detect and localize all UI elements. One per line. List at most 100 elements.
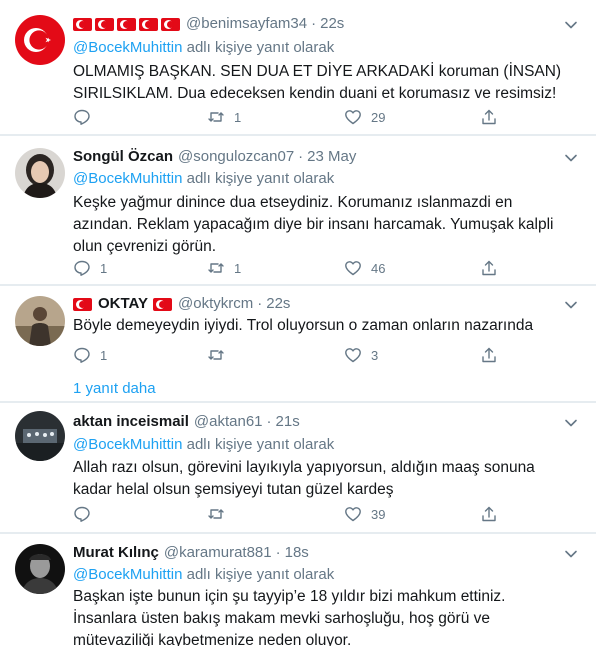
tweet-header: aktan inceismail @aktan61 · 21s <box>73 411 300 433</box>
retweet-icon <box>208 112 224 122</box>
reply-icon <box>74 109 90 125</box>
retweet-button[interactable] <box>207 504 234 524</box>
share-icon <box>482 260 496 276</box>
tweet-2[interactable]: Songül Özcan @songulozcan07 · 23 May @Bo… <box>0 136 596 284</box>
user-handle[interactable]: @songulozcan07 <box>178 146 294 168</box>
user-photo-icon <box>15 296 65 346</box>
reply-mention-link[interactable]: @BocekMuhittin <box>73 170 182 187</box>
avatar[interactable] <box>15 15 65 65</box>
share-button[interactable] <box>480 345 498 365</box>
avatar[interactable] <box>15 296 65 346</box>
reply-context: @BocekMuhittin adlı kişiye yanıt olarak <box>73 168 334 190</box>
like-button[interactable]: 39 <box>344 504 385 524</box>
tweet-4[interactable]: aktan inceismail @aktan61 · 21s @BocekMu… <box>0 403 596 531</box>
retweet-icon <box>208 509 224 519</box>
avatar[interactable] <box>15 148 65 198</box>
flag-icon <box>161 17 180 31</box>
separator-dot: · <box>298 148 304 165</box>
flag-icon <box>95 17 114 31</box>
reply-context-label: adlı kişiye yanıt olarak <box>182 39 335 56</box>
tweet-3[interactable]: OKTAY @oktykrcm · 22s Böyle demeyeydin i… <box>0 286 596 400</box>
tweet-actions: 1 3 <box>73 345 513 365</box>
separator-dot: · <box>257 295 263 312</box>
like-count: 39 <box>371 506 386 522</box>
like-button[interactable]: 3 <box>344 345 378 365</box>
tweet-time[interactable]: 21s <box>276 411 300 433</box>
user-handle[interactable]: @karamurat881 <box>164 542 272 564</box>
heart-icon <box>345 507 361 522</box>
share-button[interactable] <box>480 107 498 127</box>
tweet-header: Songül Özcan @songulozcan07 · 23 May <box>73 146 356 168</box>
user-display-name[interactable]: Songül Özcan <box>73 146 173 168</box>
flag-icon <box>153 297 173 311</box>
separator-dot: · <box>275 544 281 561</box>
user-display-name[interactable]: OKTAY <box>98 293 148 315</box>
tweet-actions: 39 <box>73 504 513 524</box>
reply-count: 1 <box>100 347 108 363</box>
tweet-time[interactable]: 22s <box>266 293 290 315</box>
user-handle[interactable]: @aktan61 <box>194 411 263 433</box>
separator-dot: · <box>266 413 272 430</box>
user-handle[interactable]: @oktykrcm <box>178 293 253 315</box>
tweet-time[interactable]: 18s <box>285 542 309 564</box>
flag-icon <box>73 297 92 311</box>
tweet-header: OKTAY @oktykrcm · 22s <box>73 293 290 315</box>
share-button[interactable] <box>480 258 498 278</box>
like-button[interactable]: 29 <box>344 107 385 127</box>
user-photo-icon <box>15 544 65 594</box>
reply-button[interactable]: 1 <box>73 345 107 365</box>
reply-context-label: adlı kişiye yanıt olarak <box>182 170 335 187</box>
chevron-down-icon[interactable] <box>564 547 578 561</box>
tweet-header: @benimsayfam34 · 22s <box>73 13 344 35</box>
reply-icon <box>74 347 90 363</box>
like-count: 46 <box>371 260 386 276</box>
show-more-replies-link[interactable]: 1 yanıt daha <box>73 378 156 400</box>
avatar[interactable] <box>15 544 65 594</box>
heart-icon <box>345 110 361 125</box>
separator-dot: · <box>311 15 317 32</box>
chevron-down-icon[interactable] <box>564 18 578 32</box>
tweet-1[interactable]: @benimsayfam34 · 22s @BocekMuhittin adlı… <box>0 0 596 132</box>
like-button[interactable]: 46 <box>344 258 385 278</box>
reply-context: @BocekMuhittin adlı kişiye yanıt olarak <box>73 564 334 586</box>
retweet-button[interactable]: 1 <box>207 107 241 127</box>
turkish-flag-avatar-icon <box>15 15 65 65</box>
avatar[interactable] <box>15 411 65 461</box>
reply-button[interactable]: 1 <box>73 258 107 278</box>
reply-icon <box>74 260 90 276</box>
share-icon <box>482 109 496 125</box>
tweet-time[interactable]: 22s <box>320 13 344 35</box>
tweet-text: Allah razı olsun, görevini layıkıyla yap… <box>73 459 535 498</box>
reply-context-label: adlı kişiye yanıt olarak <box>182 436 335 453</box>
chevron-down-icon[interactable] <box>564 416 578 430</box>
user-photo-icon <box>15 148 65 198</box>
chevron-down-icon[interactable] <box>564 151 578 165</box>
flag-icon <box>139 17 158 31</box>
like-count: 29 <box>371 109 386 125</box>
retweet-button[interactable]: 1 <box>207 258 241 278</box>
reply-count: 1 <box>100 260 108 276</box>
share-button[interactable] <box>480 504 498 524</box>
retweet-count: 1 <box>234 260 242 276</box>
reply-mention-link[interactable]: @BocekMuhittin <box>73 566 182 583</box>
user-display-name[interactable]: aktan inceismail <box>73 411 189 433</box>
heart-icon <box>345 261 361 276</box>
tweet-text: Başkan işte bunun için şu tayyip’e 18 yı… <box>73 588 506 646</box>
tweet-actions: 1 1 46 <box>73 258 513 278</box>
reply-button[interactable] <box>73 504 100 524</box>
flag-icon <box>73 17 92 31</box>
chevron-down-icon[interactable] <box>564 298 578 312</box>
reply-icon <box>74 506 90 522</box>
retweet-button[interactable] <box>207 345 234 365</box>
tweet-header: Murat Kılınç @karamurat881 · 18s <box>73 542 309 564</box>
tweet-text: Böyle demeyeydin iyiydi. Trol oluyorsun … <box>73 317 534 334</box>
reply-mention-link[interactable]: @BocekMuhittin <box>73 39 182 56</box>
tweet-actions: 1 29 <box>73 107 513 127</box>
user-display-name[interactable]: Murat Kılınç <box>73 542 159 564</box>
reply-context: @BocekMuhittin adlı kişiye yanıt olarak <box>73 434 334 456</box>
user-handle[interactable]: @benimsayfam34 <box>186 13 307 35</box>
tweet-time[interactable]: 23 May <box>307 146 356 168</box>
reply-button[interactable] <box>73 107 100 127</box>
tweet-5[interactable]: Murat Kılınç @karamurat881 · 18s @BocekM… <box>0 534 596 646</box>
reply-mention-link[interactable]: @BocekMuhittin <box>73 436 182 453</box>
